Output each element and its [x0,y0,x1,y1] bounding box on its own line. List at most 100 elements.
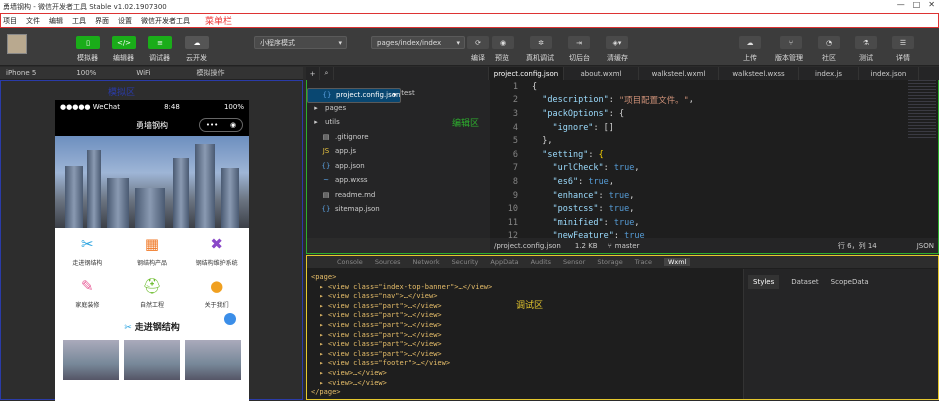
tab-index-json[interactable]: index.json [859,67,919,80]
search-icon[interactable]: ⌕ [320,67,334,80]
tree-item[interactable]: ▤ .gitignore [307,130,490,145]
photo-thumb[interactable] [124,340,180,380]
close-button[interactable]: ✕ [928,0,935,9]
add-file-icon[interactable]: + [306,67,320,80]
top-banner-image[interactable] [55,136,249,228]
code-line[interactable]: 8 "es6": true, [490,175,938,189]
tree-item[interactable]: JS app.js [307,144,490,159]
op-select[interactable]: 模拟操作 [197,68,225,78]
menu-item-project[interactable]: 项目 [3,16,17,26]
compile-button[interactable]: ⟳ [467,36,489,49]
simulator-toggle-button[interactable]: ▯ [76,36,100,49]
test-button[interactable]: ⚗ [855,36,877,49]
tab-audits[interactable]: Audits [531,258,551,266]
tab-network[interactable]: Network [413,258,440,266]
minimap[interactable] [908,80,936,140]
menu-item-tools[interactable]: 工具 [72,16,86,26]
tab-project-config[interactable]: project.config.json [489,67,564,80]
menu-item-settings[interactable]: 设置 [118,16,132,26]
zoom-select[interactable]: 100% [76,69,96,77]
wxml-node[interactable]: ▸ <view>…</view> [311,369,741,379]
menu-item-file[interactable]: 文件 [26,16,40,26]
tree-item[interactable]: ~ app.wxss [307,173,490,188]
code-line[interactable]: 12 "newFeature": true [490,230,938,238]
tab-console[interactable]: Console [337,258,363,266]
device-select[interactable]: iPhone 5 [6,69,36,77]
wxml-node[interactable]: ▸ <view class="part">…</view> [311,350,741,360]
menu-item-view[interactable]: 界面 [95,16,109,26]
grid-item[interactable]: ▦ 钢结构产品 [120,234,185,272]
wxml-tree[interactable]: <page> ▸ <view class="index-top-banner">… [311,273,741,398]
photo-thumb[interactable] [63,340,119,380]
code-line[interactable]: 11 "minified": true, [490,216,938,230]
editor-toggle-button[interactable]: </> [112,36,136,49]
tab-styles[interactable]: Styles [748,275,780,289]
details-button[interactable]: ☰ [892,36,914,49]
avatar[interactable] [7,34,27,54]
tree-item[interactable]: ▤ readme.md [307,188,490,203]
code-line[interactable]: 1{ [490,80,938,94]
tab-sensor[interactable]: Sensor [563,258,585,266]
network-select[interactable]: WiFi [136,69,150,77]
menu-item-edit[interactable]: 编辑 [49,16,63,26]
cloud-dev-button[interactable]: ☁ [185,36,209,49]
maximize-button[interactable]: □ [913,0,921,9]
tab-about-wxml[interactable]: about.wxml [564,67,639,80]
git-branch[interactable]: master [615,242,640,250]
wxml-node[interactable]: <page> [311,273,741,283]
remote-debug-button[interactable]: ✲ [530,36,552,49]
tree-item-selected[interactable]: {} project.config.json [307,88,402,103]
tab-wxml[interactable]: Wxml [664,258,691,266]
language-mode[interactable]: JSON [917,242,934,250]
tab-dataset[interactable]: Dataset [791,278,818,286]
tab-walksteel-wxss[interactable]: walksteel.wxss [719,67,799,80]
tab-index-js[interactable]: index.js [799,67,859,80]
code-line[interactable]: 9 "enhance": true, [490,189,938,203]
cursor-position[interactable]: 行 6，列 14 [838,241,877,251]
code-line[interactable]: 2 "description": "项目配置文件。", [490,94,938,108]
tree-item[interactable]: {} app.json [307,159,490,174]
wxml-node[interactable]: ▸ <view class="part">…</view> [311,311,741,321]
wxml-node[interactable]: ▸ <view class="part">…</view> [311,331,741,341]
capsule-menu[interactable]: ••• ◉ [199,118,243,132]
wxml-node[interactable]: ▸ <view class="part">…</view> [311,340,741,350]
tab-trace[interactable]: Trace [635,258,652,266]
grid-item[interactable]: ✂ 走进钢结构 [55,234,120,272]
more-icon[interactable]: ••• [206,121,218,129]
photo-thumb[interactable] [185,340,241,380]
wxml-node[interactable]: ▸ <view class="index-top-banner">…</view… [311,283,741,293]
wxml-node[interactable]: </page> [311,388,741,398]
upload-button[interactable]: ☁ [739,36,761,49]
wxml-node[interactable]: ▸ <view class="part">…</view> [311,321,741,331]
tab-scopedata[interactable]: ScopeData [831,278,869,286]
code-line[interactable]: 6 "setting": { [490,148,938,162]
clear-cache-button[interactable]: ◈▾ [606,36,628,49]
floating-action-button[interactable] [224,313,236,325]
page-select[interactable]: pages/index/index [371,36,465,49]
background-button[interactable]: ⇥ [568,36,590,49]
minimize-button[interactable]: — [897,0,905,9]
community-button[interactable]: ◔ [818,36,840,49]
grid-item[interactable]: ✖ 钢结构维护系统 [184,234,249,272]
debugger-toggle-button[interactable]: ≡ [148,36,172,49]
tab-appdata[interactable]: AppData [490,258,518,266]
grid-item[interactable]: ✎ 家庭装修 [55,276,120,314]
tab-security[interactable]: Security [452,258,479,266]
phone-screen[interactable]: ●●●●● WeChat 8:48 100% 勇墙钢构 ••• ◉ ✂ 走进钢结构… [55,100,249,401]
version-button[interactable]: ⑂ [780,36,802,49]
code-line[interactable]: 5 }, [490,134,938,148]
code-line[interactable]: 10 "postcss": true, [490,202,938,216]
tree-item[interactable]: ▸ pages [307,101,490,116]
code-line[interactable]: 3 "packOptions": { [490,107,938,121]
wxml-node[interactable]: ▸ <view class="footer">…</view> [311,359,741,369]
tab-walksteel-wxml[interactable]: walksteel.wxml [639,67,719,80]
wxml-node[interactable]: ▸ <view>…</view> [311,379,741,389]
grid-item[interactable]: ● 关于我们 [184,276,249,314]
menu-item-wechat-devtools[interactable]: 微信开发者工具 [141,16,190,26]
preview-button[interactable]: ◉ [492,36,514,49]
tab-storage[interactable]: Storage [597,258,622,266]
grid-item[interactable]: ⛑ 自然工程 [120,276,185,314]
code-line[interactable]: 4 "ignore": [] [490,121,938,135]
mode-select[interactable]: 小程序模式 [254,36,347,49]
tab-sources[interactable]: Sources [375,258,401,266]
